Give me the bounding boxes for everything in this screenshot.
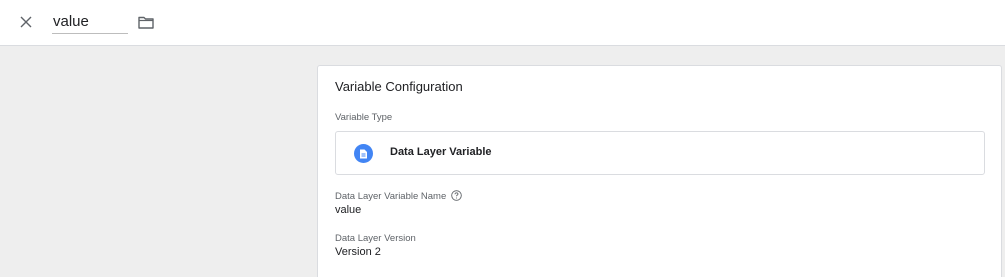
data-layer-version-value[interactable]: Version 2 (335, 246, 381, 258)
document-icon (354, 144, 373, 163)
close-button[interactable] (16, 12, 36, 32)
card-title: Variable Configuration (335, 79, 463, 94)
help-icon[interactable] (451, 190, 462, 201)
close-icon (20, 16, 32, 28)
variable-configuration-card: Variable Configuration Variable Type Dat… (317, 65, 1002, 277)
variable-type-value: Data Layer Variable (390, 146, 492, 158)
variable-type-label: Variable Type (335, 112, 393, 123)
folder-button[interactable] (137, 13, 155, 31)
data-layer-variable-name-value: value (335, 204, 362, 216)
folder-icon (138, 16, 154, 29)
variable-name-input[interactable] (52, 12, 128, 34)
data-layer-variable-name-label: Data Layer Variable Name (335, 191, 447, 202)
top-bar (0, 0, 1005, 46)
data-layer-version-label: Data Layer Version (335, 233, 416, 244)
variable-type-selector[interactable]: Data Layer Variable (335, 131, 985, 175)
